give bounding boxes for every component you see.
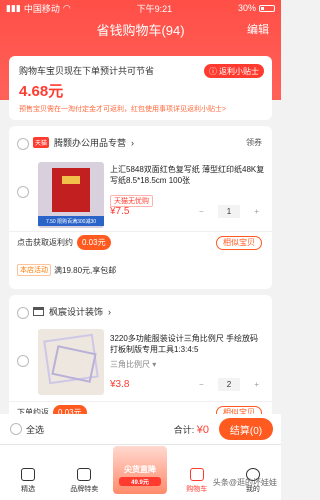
tab-label: 购物车: [186, 486, 208, 493]
rebate-label: 点击获取返利约: [17, 238, 73, 247]
featured-icon: [21, 468, 36, 481]
nav-bar: 省钱购物车(94) 编辑: [0, 16, 281, 42]
watermark: 头条@逛的坏娃娃: [212, 478, 277, 487]
select-all-label[interactable]: 全选: [26, 423, 44, 436]
activity-text: 满19.80元,享包邮: [54, 265, 117, 275]
shop-select-radio[interactable]: [17, 138, 29, 150]
total: 合计: ¥0: [174, 423, 209, 436]
total-amount: ¥0: [196, 423, 209, 436]
edit-button[interactable]: 编辑: [247, 21, 269, 37]
carrier: 中国移动: [23, 3, 60, 14]
tab-cart[interactable]: 购物车: [169, 445, 225, 500]
minus-button[interactable]: −: [199, 207, 204, 216]
signal-icon: ▮▮▮: [6, 2, 21, 13]
battery-label: 30%: [237, 3, 256, 13]
shopping-bag-icon: [77, 468, 92, 481]
activity-badge: 本店活动: [17, 264, 51, 276]
shop-name: 枫宸设计装饰: [49, 307, 104, 317]
product-variant[interactable]: 三角比例尺 ▾: [110, 359, 156, 370]
quantity-stepper[interactable]: − 2 +: [199, 377, 259, 392]
tab-brand-sale[interactable]: 品牌特卖: [56, 445, 112, 500]
chevron-right-icon: ›: [131, 137, 135, 148]
tab-featured[interactable]: 精选: [0, 445, 56, 500]
store-icon: [33, 307, 44, 316]
shop-header[interactable]: 天猫 腾颢办公用品专营 ›: [33, 136, 134, 149]
shop-activity[interactable]: 本店活动 满19.80元,享包邮: [17, 264, 116, 276]
product-price: ¥7.5: [110, 206, 130, 217]
checkout-bar: 全选 合计: ¥0 结算(0): [0, 414, 281, 444]
live-title: 尖货直降: [124, 465, 156, 474]
tab-profile[interactable]: 我的: [225, 445, 281, 500]
quantity-value[interactable]: 2: [218, 378, 240, 391]
checkout-button[interactable]: 结算(0): [219, 418, 273, 440]
total-label: 合计:: [173, 424, 195, 435]
quantity-value[interactable]: 1: [218, 205, 240, 218]
clock: 下午9:21: [136, 3, 173, 14]
variant-label: 三角比例尺: [110, 360, 150, 369]
cart-icon: [189, 468, 204, 481]
shop-name: 腾颢办公用品专营: [54, 138, 127, 148]
coupon-button[interactable]: 领券: [246, 137, 262, 148]
shop-header[interactable]: 枫宸设计装饰 ›: [33, 305, 111, 318]
savings-card: 购物车宝贝现在下单预计共可节省 4.68元 预售宝贝需在一淘付定金才可返利，红包…: [9, 56, 272, 120]
page-title: 省钱购物车(94): [96, 22, 185, 38]
live-promo-banner[interactable]: 尖货直降 49.9元: [113, 446, 167, 494]
tmall-badge: 天猫: [33, 137, 50, 148]
rebate-amount[interactable]: 0.03元: [77, 235, 111, 250]
savings-amount: 4.68元: [19, 83, 64, 100]
rebate-tips-button[interactable]: ⓘ 返利小贴士: [204, 64, 264, 78]
item-select-radio[interactable]: [17, 186, 29, 198]
tab-label: 品牌特卖: [70, 486, 99, 493]
shop-card: 天猫 腾颢办公用品专营 › 领券 7.50 限购百满300减30 上汇5848双…: [9, 126, 272, 289]
product-image[interactable]: [38, 329, 104, 395]
item-select-radio[interactable]: [17, 355, 29, 367]
battery-icon: [259, 4, 275, 12]
product-image[interactable]: 7.50 限购百满300减30: [38, 162, 104, 228]
minus-button[interactable]: −: [199, 380, 204, 389]
quantity-stepper[interactable]: − 1 +: [199, 204, 259, 219]
wifi-icon: ◠: [62, 2, 71, 13]
product-title[interactable]: 3220多功能服装设计三角比例尺 手绘放码打板制版专用工具1:3:4:5: [110, 333, 266, 355]
product-title[interactable]: 上汇5848双面红色复写纸 薄型红印纸48K复写纸8.5*18.5cm 100张: [110, 164, 266, 186]
savings-note[interactable]: 预售宝贝需在一淘付定金才可返利，红包使用事项详见返利小贴士>: [19, 104, 262, 114]
shop-select-radio[interactable]: [17, 307, 29, 319]
plus-button[interactable]: +: [254, 380, 259, 389]
similar-items-button[interactable]: 相似宝贝: [216, 236, 262, 250]
select-all-radio[interactable]: [10, 423, 22, 435]
info-icon: ⓘ: [209, 66, 217, 76]
tab-label: 精选: [21, 486, 36, 493]
status-bar: ▮▮▮ 中国移动 ◠ 下午9:21 30%: [0, 0, 281, 16]
rebate-tips-label: 返利小贴士: [219, 66, 259, 76]
thumb-ribbon: 7.50 限购百满300减30: [38, 216, 104, 226]
live-subtitle: 49.9元: [119, 477, 161, 486]
product-price: ¥3.8: [110, 379, 130, 390]
plus-button[interactable]: +: [254, 207, 259, 216]
chevron-right-icon: ›: [108, 306, 112, 317]
